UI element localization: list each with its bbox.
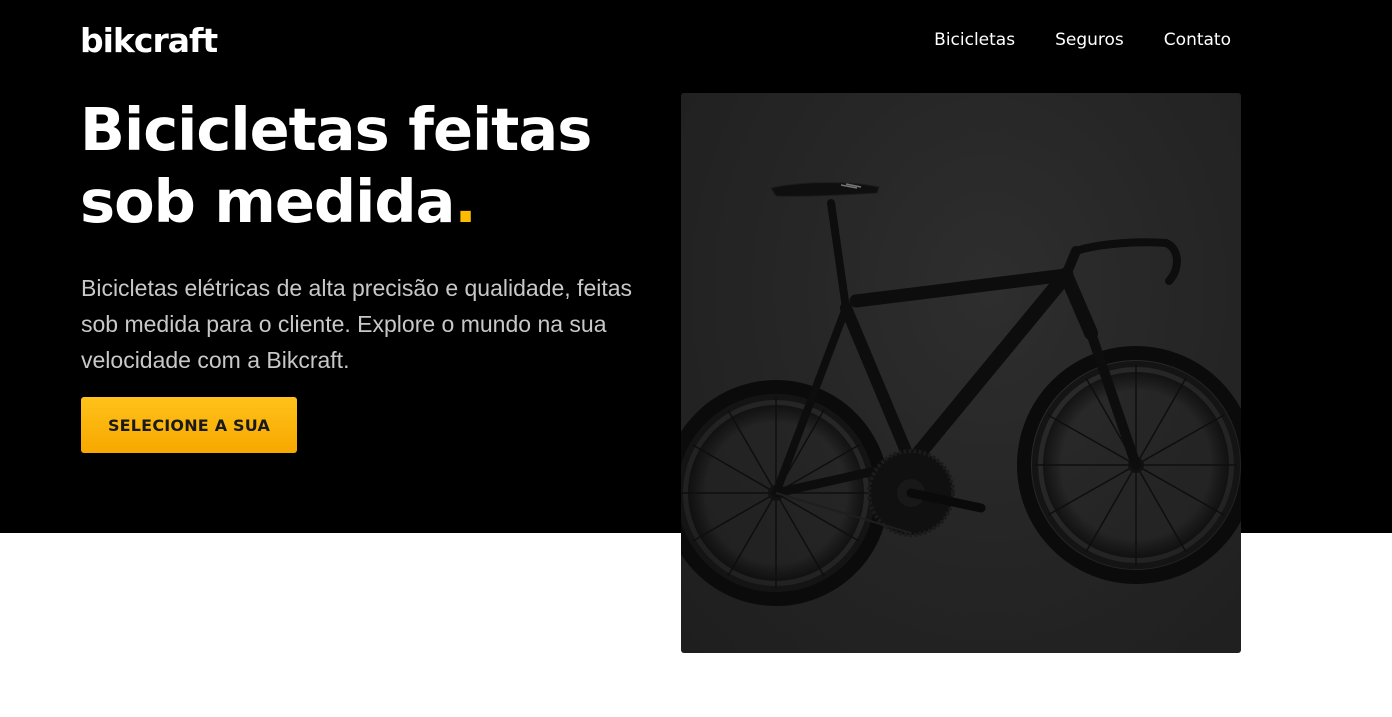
hero-title: Bicicletas feitas sob medida. — [80, 94, 660, 238]
logo[interactable]: bikcraft — [80, 21, 218, 61]
nav-link-seguros[interactable]: Seguros — [1055, 28, 1124, 52]
main-nav: Bicicletas Seguros Contato — [934, 28, 1231, 52]
hero-title-line1: Bicicletas feitas — [80, 95, 592, 164]
bike-illustration — [681, 182, 1241, 606]
nav-link-bicicletas[interactable]: Bicicletas — [934, 28, 1015, 52]
hero-title-dot: . — [454, 167, 476, 236]
hero-description: Bicicletas elétricas de alta precisão e … — [81, 275, 633, 373]
nav-link-contato[interactable]: Contato — [1164, 28, 1231, 52]
select-bike-button[interactable]: SELECIONE A SUA — [81, 397, 297, 453]
hero-bike-image — [681, 93, 1241, 653]
bike-saddle — [770, 182, 880, 197]
hero-title-line2: sob medida — [80, 167, 455, 236]
